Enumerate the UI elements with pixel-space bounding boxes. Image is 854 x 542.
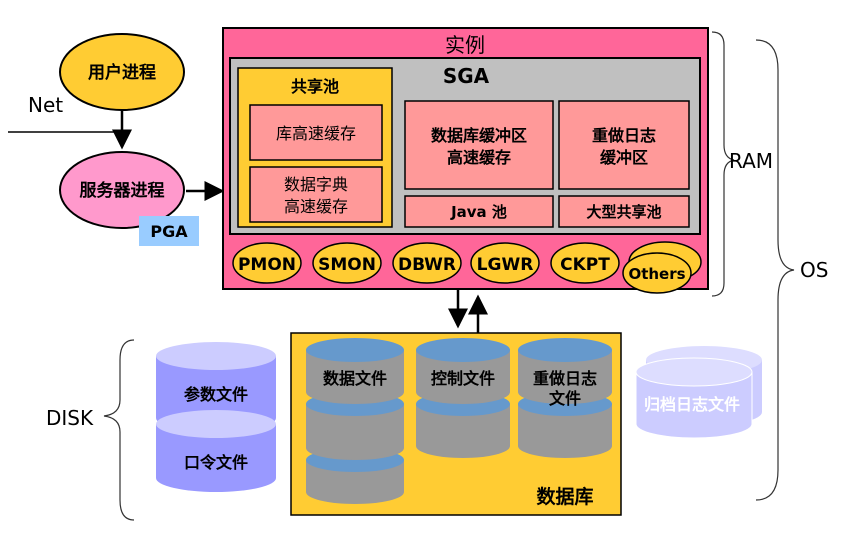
password-file-cylinder	[156, 410, 276, 492]
redo-log-file-line2: 文件	[549, 389, 581, 408]
process-dbwr-label: DBWR	[398, 255, 456, 275]
control-file-label: 控制文件	[431, 369, 495, 388]
process-ckpt-label: CKPT	[560, 255, 610, 275]
db-buffer-cache-line1: 数据库缓冲区	[431, 126, 527, 145]
process-pmon-label: PMON	[238, 255, 296, 275]
disk-label: DISK	[46, 406, 94, 430]
library-cache-label: 库高速缓存	[276, 124, 356, 143]
data-file-label: 数据文件	[323, 369, 387, 388]
process-smon-label: SMON	[318, 255, 376, 275]
process-lgwr-label: LGWR	[477, 255, 534, 275]
redo-log-file-line1: 重做日志	[533, 369, 597, 388]
redo-log-buffer-box	[558, 100, 690, 190]
redo-log-buffer-line2: 缓冲区	[599, 148, 648, 167]
ram-label: RAM	[729, 149, 773, 173]
os-label: OS	[800, 258, 828, 282]
large-pool-label: 大型共享池	[586, 203, 661, 221]
data-file-cylinder	[306, 338, 404, 504]
instance-title: 实例	[445, 33, 485, 57]
os-brace	[755, 39, 795, 501]
control-file-cylinder	[416, 338, 510, 458]
pga-label: PGA	[150, 222, 188, 241]
db-buffer-cache-box	[404, 100, 554, 190]
data-dictionary-cache-line2: 高速缓存	[284, 197, 348, 216]
shared-pool-title: 共享池	[291, 77, 339, 96]
process-others-label: Others	[628, 265, 685, 283]
archive-log-label: 归档日志文件	[644, 395, 740, 414]
password-file-label: 口令文件	[184, 453, 248, 472]
sga-title: SGA	[443, 64, 490, 88]
redo-log-buffer-line1: 重做日志	[592, 126, 656, 145]
server-process-label: 服务器进程	[80, 180, 165, 201]
param-file-label: 参数文件	[184, 385, 248, 404]
disk-brace	[103, 339, 135, 521]
database-label: 数据库	[536, 485, 593, 508]
oracle-architecture-diagram: 用户进程 Net 服务器进程 PGA 实例 SGA 共享池 库高速缓存 数据字典…	[8, 27, 828, 521]
user-process-label: 用户进程	[88, 62, 156, 83]
java-pool-label: Java 池	[450, 203, 507, 221]
data-dictionary-cache-line1: 数据字典	[284, 175, 348, 194]
archive-log-cylinder	[635, 346, 762, 439]
net-label: Net	[28, 93, 63, 117]
db-buffer-cache-line2: 高速缓存	[447, 148, 511, 167]
